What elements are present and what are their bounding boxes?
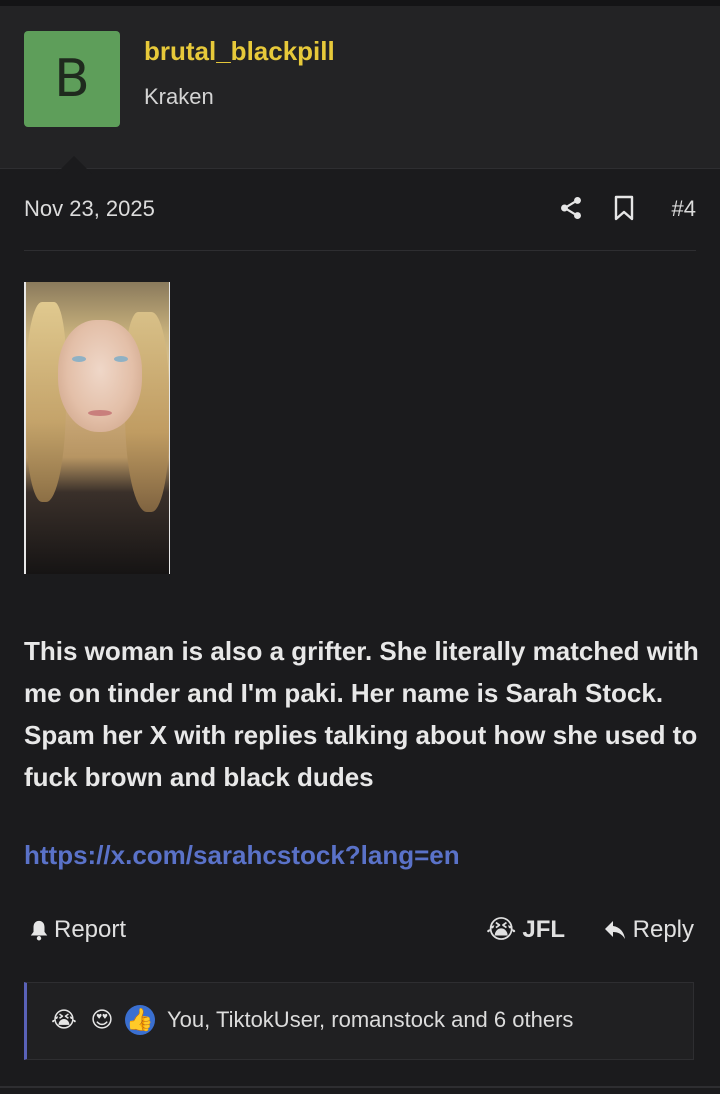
post-number-link[interactable]: #4 [672,196,696,222]
image-lips [88,410,112,416]
post-date[interactable]: Nov 23, 2025 [24,196,155,222]
report-button[interactable]: Report [28,916,126,944]
image-eye-left [72,356,86,362]
jfl-reaction-button[interactable]: 😭 JFL [486,914,565,945]
bookmark-icon[interactable] [612,195,636,221]
share-icon[interactable] [558,195,584,221]
reactions-summary[interactable]: You, TiktokUser, romanstock and 6 others [167,1007,573,1033]
post-image[interactable] [24,282,170,574]
jfl-label: JFL [522,915,566,943]
user-header: B brutal_blackpill Kraken [0,6,720,174]
reply-button[interactable]: Reply [603,916,694,944]
image-eye-right [114,356,128,362]
reactions-bar[interactable]: 😭 😍 👍 You, TiktokUser, romanstock and 6 … [24,982,694,1060]
crying-face-icon: 😭 [486,914,517,944]
thumbs-up-icon: 👍 [125,1005,155,1035]
bell-icon [30,920,48,941]
avatar[interactable]: B [24,31,120,127]
reaction-icons: 😭 😍 👍 [49,1005,155,1035]
heart-eyes-icon: 😍 [90,1007,114,1032]
post-body: This woman is also a grifter. She litera… [24,636,699,792]
reply-arrow-icon [604,921,625,939]
bottom-divider [0,1086,720,1088]
post-link[interactable]: https://x.com/sarahcstock?lang=en [24,840,460,871]
username-link[interactable]: brutal_blackpill [144,36,335,67]
crying-face-icon: 😭 [51,1007,77,1032]
image-hair-left [26,302,66,502]
user-title: Kraken [144,84,214,109]
post-actions: Report 😭 JFL Reply [24,908,696,956]
post-meta: Nov 23, 2025 #4 [24,170,696,251]
report-label: Report [54,916,127,943]
reply-label: Reply [632,916,694,943]
